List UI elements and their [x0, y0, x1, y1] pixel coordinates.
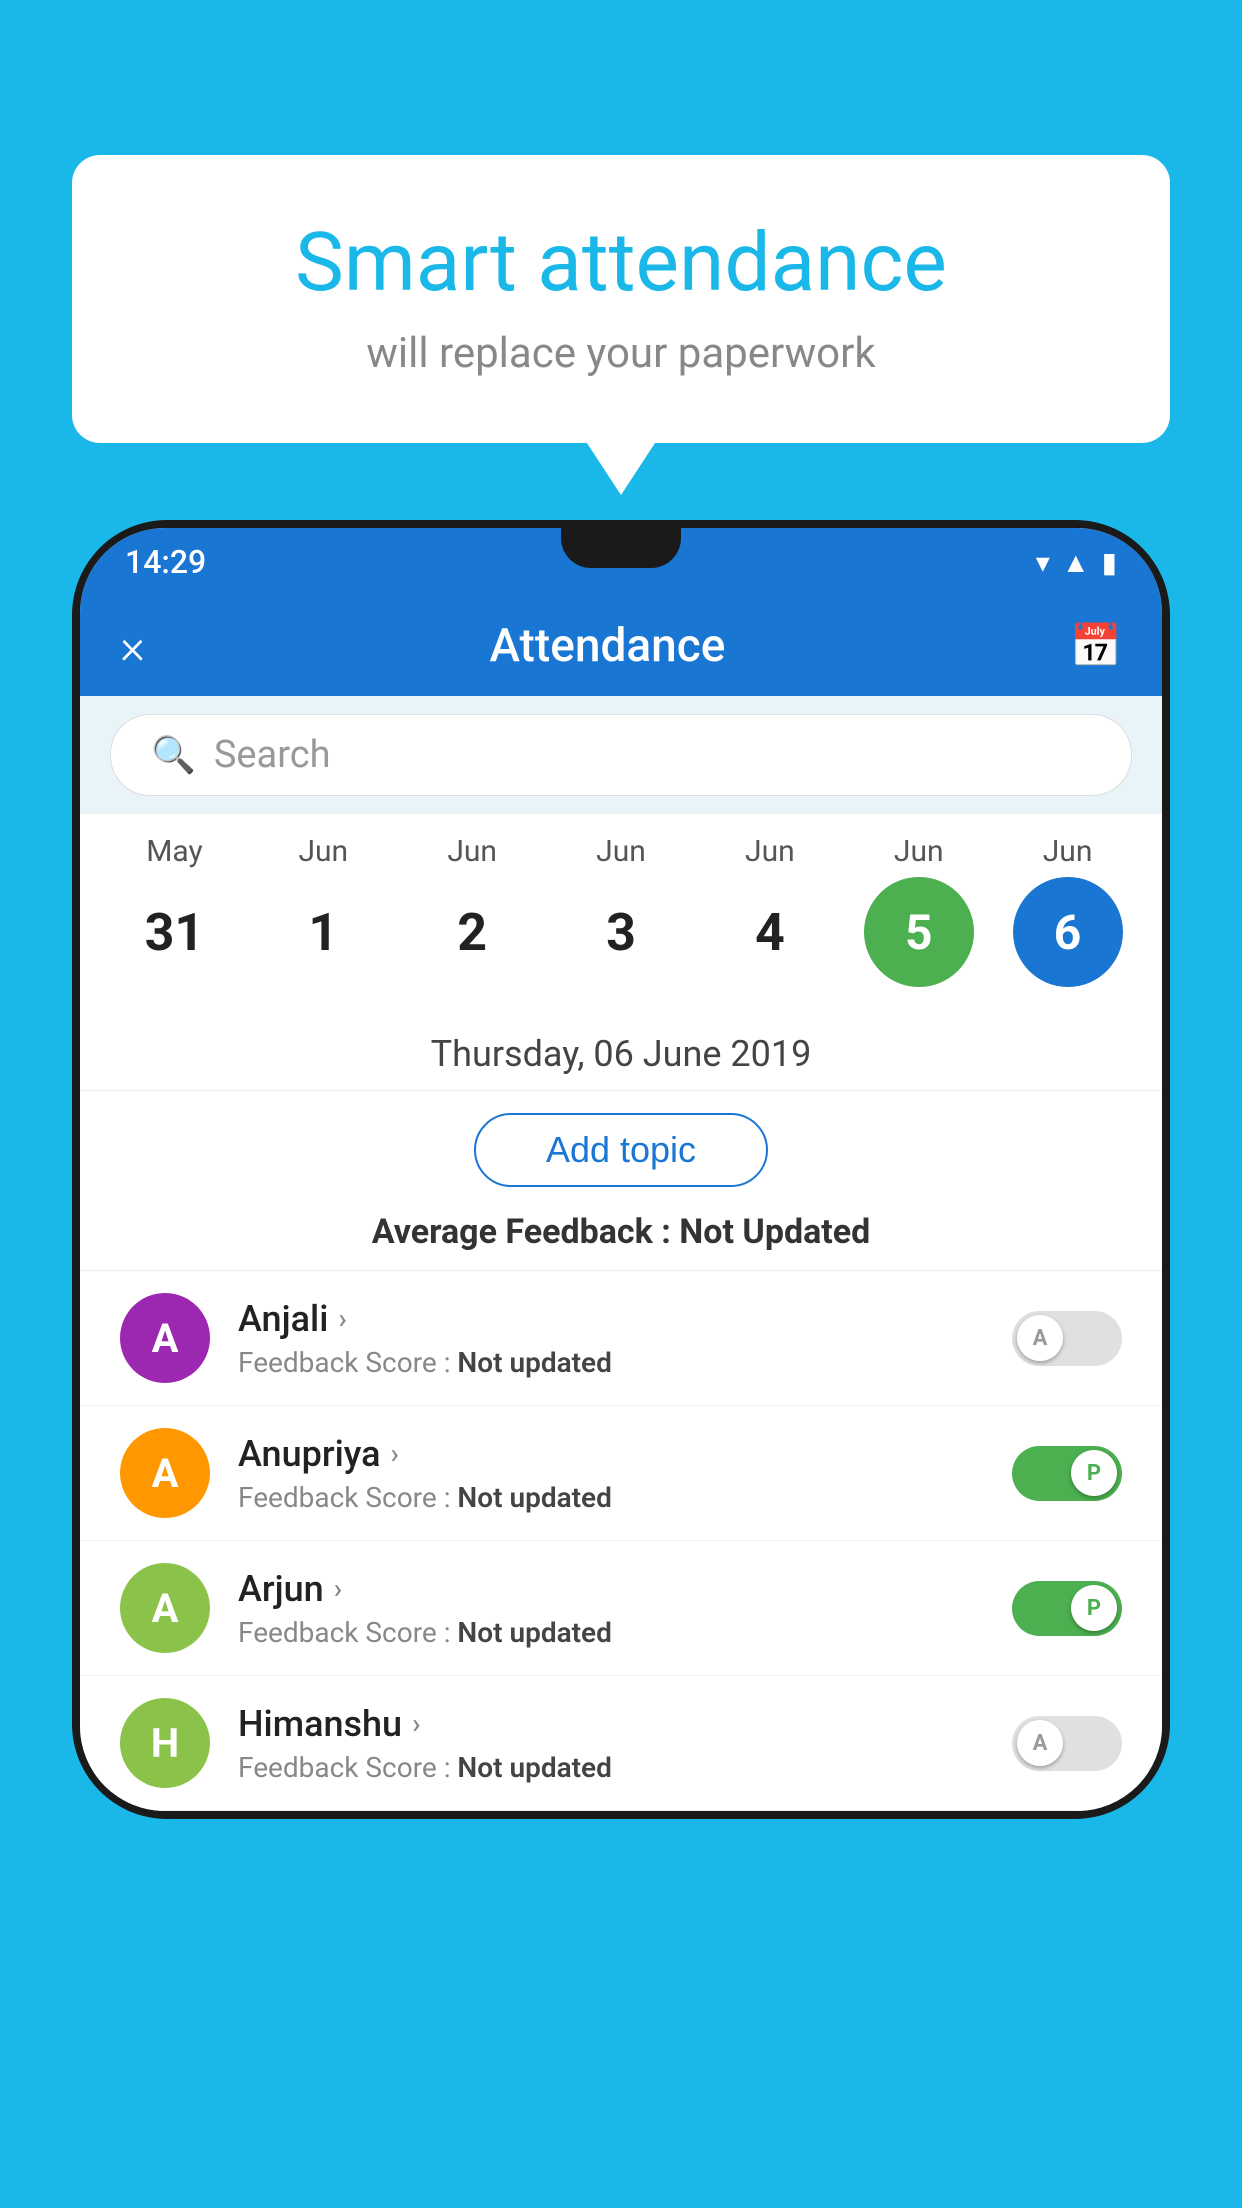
student-info-anjali: Anjali › Feedback Score : Not updated	[238, 1298, 984, 1379]
cal-col-1[interactable]: Jun 1	[249, 834, 398, 987]
cal-month-6: Jun	[1043, 834, 1093, 869]
student-avatar-himanshu: H	[120, 1698, 210, 1788]
average-feedback: Average Feedback : Not Updated	[80, 1202, 1162, 1271]
status-bar: 14:29 ▾ ▲ ▮	[80, 528, 1162, 596]
cal-date-0[interactable]: 31	[119, 877, 229, 987]
toggle-thumb-arjun: P	[1071, 1585, 1117, 1631]
toggle-thumb-himanshu: A	[1017, 1720, 1063, 1766]
calendar-months-row: May 31 Jun 1 Jun 2 Jun 3	[80, 834, 1162, 987]
cal-month-3: Jun	[596, 834, 646, 869]
toggle-anjali[interactable]: A	[1012, 1311, 1122, 1366]
toggle-thumb-anupriya: P	[1071, 1450, 1117, 1496]
cal-month-2: Jun	[447, 834, 497, 869]
avg-feedback-label: Average Feedback :	[372, 1212, 680, 1252]
cal-col-0[interactable]: May 31	[100, 834, 249, 987]
calendar-strip: May 31 Jun 1 Jun 2 Jun 3	[80, 814, 1162, 1005]
status-time: 14:29	[125, 543, 206, 581]
cal-col-5[interactable]: Jun 5	[844, 834, 993, 987]
cal-month-0: May	[146, 834, 202, 869]
toggle-himanshu[interactable]: A	[1012, 1716, 1122, 1771]
app-header: × Attendance 📅	[80, 596, 1162, 696]
cal-col-4[interactable]: Jun 4	[695, 834, 844, 987]
cal-col-6[interactable]: Jun 6	[993, 834, 1142, 987]
close-button[interactable]: ×	[120, 618, 145, 675]
battery-icon: ▮	[1102, 546, 1117, 579]
student-info-anupriya: Anupriya › Feedback Score : Not updated	[238, 1433, 984, 1514]
toggle-thumb-anjali: A	[1017, 1315, 1063, 1361]
speech-bubble-title: Smart attendance	[152, 215, 1090, 311]
student-name-anupriya: Anupriya ›	[238, 1433, 984, 1475]
search-icon: 🔍	[151, 734, 196, 776]
cal-month-5: Jun	[894, 834, 944, 869]
student-item-anupriya[interactable]: A Anupriya › Feedback Score : Not update…	[80, 1406, 1162, 1541]
cal-date-4[interactable]: 4	[715, 877, 825, 987]
cal-date-1[interactable]: 1	[268, 877, 378, 987]
student-info-himanshu: Himanshu › Feedback Score : Not updated	[238, 1703, 984, 1784]
notch	[561, 528, 681, 568]
search-bar[interactable]: 🔍 Search	[110, 714, 1132, 796]
speech-bubble-container: Smart attendance will replace your paper…	[72, 155, 1170, 443]
student-avatar-anupriya: A	[120, 1428, 210, 1518]
student-avatar-arjun: A	[120, 1563, 210, 1653]
student-list: A Anjali › Feedback Score : Not updated …	[80, 1271, 1162, 1811]
student-name-himanshu: Himanshu ›	[238, 1703, 984, 1745]
chevron-icon: ›	[338, 1302, 346, 1335]
cal-col-3[interactable]: Jun 3	[547, 834, 696, 987]
date-header: Thursday, 06 June 2019	[80, 1005, 1162, 1091]
cal-col-2[interactable]: Jun 2	[398, 834, 547, 987]
toggle-arjun[interactable]: P	[1012, 1581, 1122, 1636]
cal-month-4: Jun	[745, 834, 795, 869]
student-name-arjun: Arjun ›	[238, 1568, 984, 1610]
student-avatar-anjali: A	[120, 1293, 210, 1383]
avg-feedback-value: Not Updated	[679, 1212, 870, 1252]
search-placeholder: Search	[214, 733, 331, 777]
student-item-arjun[interactable]: A Arjun › Feedback Score : Not updated P	[80, 1541, 1162, 1676]
student-feedback-arjun: Feedback Score : Not updated	[238, 1616, 984, 1649]
phone-container: 14:29 ▾ ▲ ▮ × Attendance 📅 🔍 Search	[72, 520, 1170, 2208]
attendance-toggle-anjali[interactable]: A	[1012, 1311, 1122, 1366]
status-icons: ▾ ▲ ▮	[1036, 546, 1117, 579]
add-topic-button[interactable]: Add topic	[474, 1113, 768, 1187]
app-title: Attendance	[145, 619, 1070, 673]
cal-date-5[interactable]: 5	[864, 877, 974, 987]
student-info-arjun: Arjun › Feedback Score : Not updated	[238, 1568, 984, 1649]
cal-month-1: Jun	[298, 834, 348, 869]
speech-bubble: Smart attendance will replace your paper…	[72, 155, 1170, 443]
toggle-anupriya[interactable]: P	[1012, 1446, 1122, 1501]
student-feedback-anupriya: Feedback Score : Not updated	[238, 1481, 984, 1514]
attendance-toggle-anupriya[interactable]: P	[1012, 1446, 1122, 1501]
signal-icon: ▲	[1062, 546, 1090, 579]
attendance-toggle-himanshu[interactable]: A	[1012, 1716, 1122, 1771]
student-item-anjali[interactable]: A Anjali › Feedback Score : Not updated …	[80, 1271, 1162, 1406]
speech-bubble-subtitle: will replace your paperwork	[152, 329, 1090, 378]
wifi-icon: ▾	[1036, 546, 1050, 579]
cal-date-3[interactable]: 3	[566, 877, 676, 987]
attendance-toggle-arjun[interactable]: P	[1012, 1581, 1122, 1636]
search-bar-container: 🔍 Search	[80, 696, 1162, 814]
calendar-icon[interactable]: 📅	[1070, 622, 1122, 671]
student-name-anjali: Anjali ›	[238, 1298, 984, 1340]
phone-screen: 14:29 ▾ ▲ ▮ × Attendance 📅 🔍 Search	[80, 528, 1162, 1811]
add-topic-container: Add topic	[80, 1091, 1162, 1202]
cal-date-6[interactable]: 6	[1013, 877, 1123, 987]
chevron-icon: ›	[334, 1572, 342, 1605]
student-feedback-himanshu: Feedback Score : Not updated	[238, 1751, 984, 1784]
phone-frame: 14:29 ▾ ▲ ▮ × Attendance 📅 🔍 Search	[72, 520, 1170, 1819]
chevron-icon: ›	[391, 1437, 399, 1470]
student-feedback-anjali: Feedback Score : Not updated	[238, 1346, 984, 1379]
chevron-icon: ›	[412, 1707, 420, 1740]
cal-date-2[interactable]: 2	[417, 877, 527, 987]
student-item-himanshu[interactable]: H Himanshu › Feedback Score : Not update…	[80, 1676, 1162, 1811]
